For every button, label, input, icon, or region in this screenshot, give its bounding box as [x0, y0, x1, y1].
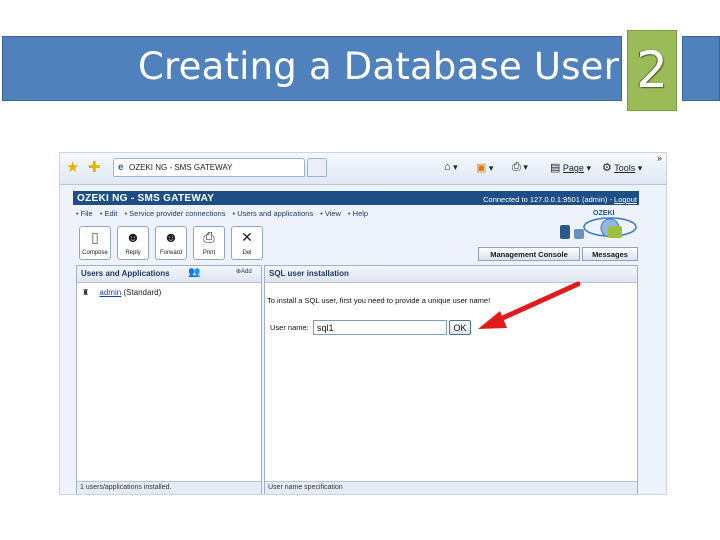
browser-tab[interactable]: e OZEKI NG - SMS GATEWAY: [113, 158, 305, 177]
users-icon: 👥: [188, 267, 201, 278]
slide-title: Creating a Database User: [138, 45, 620, 88]
page-menu[interactable]: ▤ Page ▾: [550, 161, 591, 174]
delete-button[interactable]: ✕ Del: [231, 226, 263, 260]
delete-icon: ✕: [241, 229, 253, 245]
browser-tab-title: OZEKI NG - SMS GATEWAY: [129, 163, 233, 172]
menu-help[interactable]: Help: [353, 209, 368, 218]
reply-label: Reply: [125, 250, 141, 256]
print-icon: ⎙: [203, 229, 215, 245]
rss-feed-icon: ▣: [476, 162, 487, 174]
menu-users-and-applications[interactable]: Users and applications: [237, 209, 313, 218]
ok-button[interactable]: OK: [449, 320, 471, 335]
user-link-admin[interactable]: admin: [99, 288, 121, 297]
logo-text: OZEKI: [593, 210, 615, 217]
users-panel-status: 1 users/applications installed.: [77, 481, 261, 494]
users-status-text: 1 users/applications installed.: [80, 484, 172, 491]
users-panel: Users and Applications 👥 ⊕Add ♜ admin (S…: [76, 265, 262, 494]
new-tab-button[interactable]: [307, 158, 327, 177]
right-accent-bar: [682, 36, 720, 101]
page-icon: ▤: [550, 162, 561, 174]
tab-management-console[interactable]: Management Console: [478, 247, 580, 261]
home-button[interactable]: ⌂ ▾: [444, 161, 458, 173]
browser-toolbar: ★ ✚ e OZEKI NG - SMS GATEWAY ⌂ ▾ ▣ ▾ ⎙ ▾…: [60, 153, 666, 185]
sql-install-status: User name specification: [265, 481, 637, 494]
add-label: Add: [241, 269, 252, 275]
page-menu-label: Page: [562, 163, 584, 173]
menu-file[interactable]: File: [81, 209, 93, 218]
compose-icon: ▯: [91, 229, 99, 245]
menu-service-provider-connections[interactable]: Service provider connections: [129, 209, 225, 218]
app-menu: • File • Edit • Service provider connection…: [76, 209, 369, 218]
tools-icon: ⚙: [602, 162, 612, 174]
menu-view[interactable]: View: [325, 209, 341, 218]
connection-text: Connected to 127.0.0.1:9501 (admin) -: [483, 195, 615, 204]
add-user-button[interactable]: ⊕Add: [236, 268, 252, 275]
sql-install-title: SQL user installation: [269, 269, 349, 278]
compose-button[interactable]: ▯ Compose: [79, 226, 111, 260]
user-type: (Standard): [123, 288, 162, 297]
slide-number: 2: [636, 41, 668, 99]
sql-status-text: User name specification: [268, 484, 343, 491]
print-icon: ⎙: [512, 161, 521, 173]
username-label: User name:: [270, 323, 309, 332]
favorites-star-icon[interactable]: ★: [66, 160, 79, 175]
reply-button[interactable]: ☻ Reply: [117, 226, 149, 260]
connection-status: Connected to 127.0.0.1:9501 (admin) - Lo…: [483, 195, 637, 204]
tools-menu-label: Tools: [614, 163, 636, 173]
rss-button[interactable]: ▣ ▾: [476, 161, 493, 174]
app-title: OZEKI NG - SMS GATEWAY: [77, 193, 215, 204]
forward-icon: ☻: [163, 229, 179, 245]
tools-menu[interactable]: ⚙ Tools ▾: [602, 161, 642, 174]
instruction-text: To install a SQL user, first you need to…: [267, 296, 491, 305]
menu-edit[interactable]: Edit: [104, 209, 117, 218]
list-item: ♜ admin (Standard): [82, 288, 161, 297]
user-icon: ♜: [82, 288, 90, 297]
users-panel-header: Users and Applications 👥 ⊕Add: [77, 266, 261, 283]
add-favorites-icon[interactable]: ✚: [88, 160, 101, 175]
users-panel-title: Users and Applications: [81, 269, 170, 278]
compose-label: Compose: [82, 250, 108, 256]
print-button[interactable]: ⎙ Print: [193, 226, 225, 260]
chevron-right-icon[interactable]: »: [657, 153, 662, 163]
ie-logo-icon: e: [118, 162, 124, 173]
username-input[interactable]: [313, 320, 447, 335]
home-icon: ⌂: [444, 161, 451, 173]
forward-button[interactable]: ☻ Forward: [155, 226, 187, 260]
print-label: Print: [202, 250, 216, 256]
forward-label: Forward: [159, 250, 182, 256]
delete-label: Del: [242, 250, 252, 256]
logout-link[interactable]: Logout: [614, 195, 637, 204]
reply-icon: ☻: [125, 229, 141, 245]
tab-messages[interactable]: Messages: [582, 247, 638, 261]
red-arrow-icon: [478, 281, 581, 329]
print-command[interactable]: ⎙ ▾: [512, 161, 528, 174]
